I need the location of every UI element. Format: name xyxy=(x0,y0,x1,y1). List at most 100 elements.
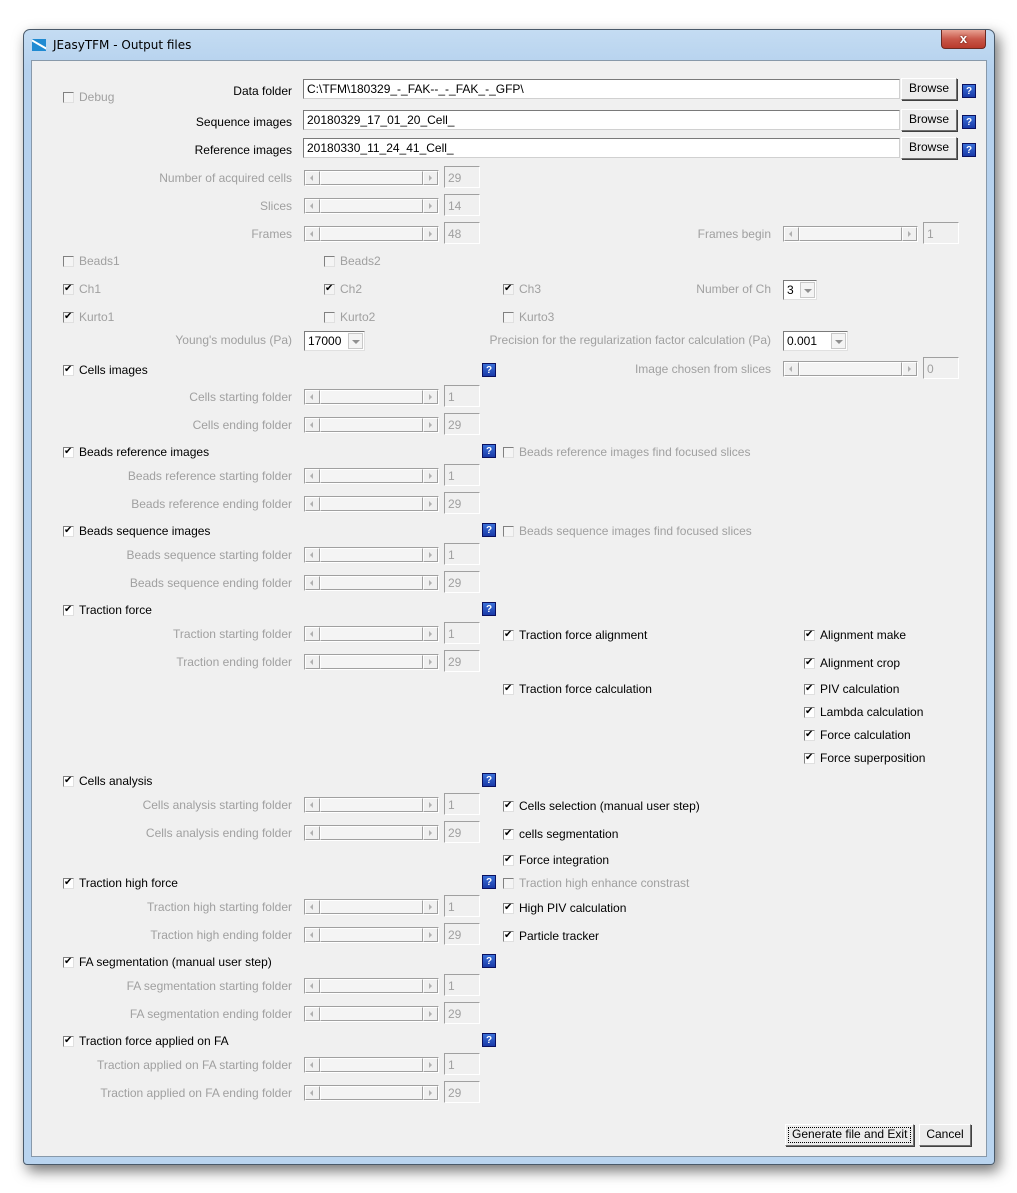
traction-fa-help-icon[interactable]: ? xyxy=(482,1033,496,1047)
cells-selection-checkbox[interactable] xyxy=(503,799,514,813)
scroll-right-arrow-icon[interactable] xyxy=(423,576,438,590)
frames-scrollbar[interactable] xyxy=(304,226,439,242)
scroll-thumb[interactable] xyxy=(320,979,423,993)
youngs-modulus-select[interactable]: 17000 xyxy=(304,331,365,351)
fa-segmentation-help-icon[interactable]: ? xyxy=(482,954,496,968)
scroll-left-arrow-icon[interactable] xyxy=(305,227,320,241)
scroll-thumb[interactable] xyxy=(320,1086,423,1100)
scroll-right-arrow-icon[interactable] xyxy=(423,171,438,185)
beads-sequence-focused-checkbox[interactable] xyxy=(503,526,514,537)
beads-sequence-help-icon[interactable]: ? xyxy=(482,523,496,537)
scroll-left-arrow-icon[interactable] xyxy=(305,171,320,185)
scroll-thumb[interactable] xyxy=(320,418,423,432)
scroll-right-arrow-icon[interactable] xyxy=(423,469,438,483)
scroll-left-arrow-icon[interactable] xyxy=(784,227,799,241)
scroll-thumb[interactable] xyxy=(320,655,423,669)
scroll-right-arrow-icon[interactable] xyxy=(423,199,438,213)
scroll-left-arrow-icon[interactable] xyxy=(305,1058,320,1072)
traction-high-starting-folder-scrollbar[interactable] xyxy=(304,899,439,915)
force-calculation-checkbox[interactable] xyxy=(804,728,815,742)
scroll-left-arrow-icon[interactable] xyxy=(305,979,320,993)
frames-begin-scrollbar[interactable] xyxy=(783,226,918,242)
traction-fa-starting-folder-scrollbar[interactable] xyxy=(304,1057,439,1073)
kurto3-checkbox[interactable] xyxy=(503,312,514,323)
ch2-checkbox[interactable] xyxy=(324,282,335,296)
generate-file-and-exit-button[interactable]: Generate file and Exit xyxy=(785,1124,914,1146)
scroll-left-arrow-icon[interactable] xyxy=(305,655,320,669)
acquired-cells-value[interactable]: 29 xyxy=(444,166,480,188)
scroll-right-arrow-icon[interactable] xyxy=(423,900,438,914)
scroll-thumb[interactable] xyxy=(320,798,423,812)
traction-starting-folder-scrollbar[interactable] xyxy=(304,626,439,642)
traction-fa-ending-folder-scrollbar[interactable] xyxy=(304,1085,439,1101)
cells-ending-folder-scrollbar[interactable] xyxy=(304,417,439,433)
scroll-right-arrow-icon[interactable] xyxy=(423,1058,438,1072)
scroll-left-arrow-icon[interactable] xyxy=(305,1007,320,1021)
beads-sequence-images-checkbox[interactable] xyxy=(63,524,74,538)
piv-calculation-checkbox[interactable] xyxy=(804,682,815,696)
beads-reference-focused-checkbox[interactable] xyxy=(503,447,514,458)
fa-segmentation-ending-folder-value[interactable]: 29 xyxy=(444,1002,480,1024)
scroll-left-arrow-icon[interactable] xyxy=(305,548,320,562)
scroll-thumb[interactable] xyxy=(320,548,423,562)
cells-images-checkbox[interactable] xyxy=(63,363,74,377)
scroll-thumb[interactable] xyxy=(320,227,423,241)
traction-high-help-icon[interactable]: ? xyxy=(482,875,496,889)
chevron-down-icon[interactable] xyxy=(800,282,815,298)
traction-high-force-checkbox[interactable] xyxy=(63,876,74,890)
scroll-thumb[interactable] xyxy=(320,900,423,914)
scroll-thumb[interactable] xyxy=(320,1007,423,1021)
chevron-down-icon[interactable] xyxy=(348,333,363,349)
traction-force-applied-on-fa-checkbox[interactable] xyxy=(63,1034,74,1048)
sequence-images-input[interactable]: 20180329_17_01_20_Cell_ xyxy=(303,110,900,130)
scroll-right-arrow-icon[interactable] xyxy=(423,627,438,641)
cells-analysis-checkbox[interactable] xyxy=(63,774,74,788)
cells-starting-folder-scrollbar[interactable] xyxy=(304,389,439,405)
acquired-cells-scrollbar[interactable] xyxy=(304,170,439,186)
beads-reference-ending-folder-value[interactable]: 29 xyxy=(444,492,480,514)
scroll-thumb[interactable] xyxy=(320,199,423,213)
cells-images-help-icon[interactable]: ? xyxy=(482,363,496,377)
image-from-slices-value[interactable]: 0 xyxy=(923,357,959,379)
fa-segmentation-starting-folder-scrollbar[interactable] xyxy=(304,978,439,994)
scroll-thumb[interactable] xyxy=(320,627,423,641)
scroll-right-arrow-icon[interactable] xyxy=(902,227,917,241)
scroll-left-arrow-icon[interactable] xyxy=(305,798,320,812)
image-from-slices-scrollbar[interactable] xyxy=(783,361,918,377)
cells-analysis-starting-folder-scrollbar[interactable] xyxy=(304,797,439,813)
cancel-button[interactable]: Cancel xyxy=(919,1124,971,1146)
lambda-calculation-checkbox[interactable] xyxy=(804,705,815,719)
reference-images-input[interactable]: 20180330_11_24_41_Cell_ xyxy=(303,138,900,158)
scroll-left-arrow-icon[interactable] xyxy=(305,497,320,511)
scroll-right-arrow-icon[interactable] xyxy=(423,1086,438,1100)
reference-images-browse-button[interactable]: Browse xyxy=(901,137,957,159)
scroll-thumb[interactable] xyxy=(320,390,423,404)
traction-ending-folder-scrollbar[interactable] xyxy=(304,654,439,670)
scroll-right-arrow-icon[interactable] xyxy=(423,548,438,562)
scroll-right-arrow-icon[interactable] xyxy=(423,418,438,432)
scroll-right-arrow-icon[interactable] xyxy=(423,928,438,942)
cells-analysis-help-icon[interactable]: ? xyxy=(482,773,496,787)
data-folder-help-icon[interactable]: ? xyxy=(962,84,976,98)
beads-sequence-starting-folder-value[interactable]: 1 xyxy=(444,543,480,565)
traction-fa-starting-folder-value[interactable]: 1 xyxy=(444,1053,480,1075)
beads-sequence-ending-folder-value[interactable]: 29 xyxy=(444,571,480,593)
sequence-images-help-icon[interactable]: ? xyxy=(962,115,976,129)
beads-reference-ending-folder-scrollbar[interactable] xyxy=(304,496,439,512)
cells-analysis-ending-folder-value[interactable]: 29 xyxy=(444,821,480,843)
kurto1-checkbox[interactable] xyxy=(63,310,74,324)
kurto2-checkbox[interactable] xyxy=(324,312,335,323)
slices-value[interactable]: 14 xyxy=(444,194,480,216)
scroll-right-arrow-icon[interactable] xyxy=(902,362,917,376)
cells-starting-folder-value[interactable]: 1 xyxy=(444,385,480,407)
ch1-checkbox[interactable] xyxy=(63,282,74,296)
traction-high-ending-folder-value[interactable]: 29 xyxy=(444,923,480,945)
scroll-right-arrow-icon[interactable] xyxy=(423,227,438,241)
scroll-thumb[interactable] xyxy=(320,1058,423,1072)
scroll-right-arrow-icon[interactable] xyxy=(423,655,438,669)
alignment-make-checkbox[interactable] xyxy=(804,628,815,642)
beads2-checkbox[interactable] xyxy=(324,256,335,267)
scroll-left-arrow-icon[interactable] xyxy=(305,390,320,404)
ch3-checkbox[interactable] xyxy=(503,282,514,296)
frames-value[interactable]: 48 xyxy=(444,222,480,244)
